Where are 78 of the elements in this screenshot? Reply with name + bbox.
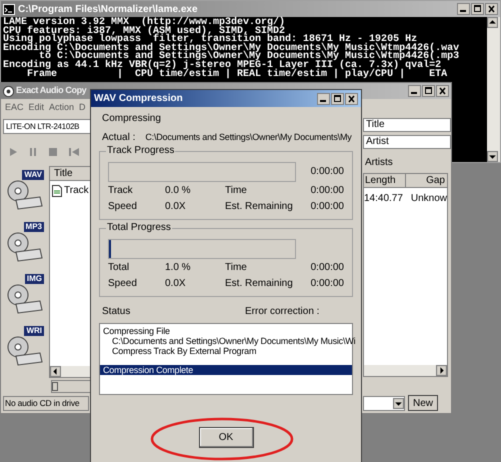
dropdown-field[interactable]	[363, 396, 405, 410]
album-artist-field[interactable]: Artist	[363, 135, 451, 149]
maximize-icon[interactable]	[471, 3, 484, 15]
field-label: Status	[102, 305, 132, 319]
disc-drive-icon[interactable]	[6, 232, 44, 262]
app-icon	[3, 86, 14, 96]
stat-label: Total	[108, 261, 130, 275]
close-icon[interactable]	[436, 85, 449, 97]
menu-item[interactable]: Edit	[28, 101, 44, 115]
scroll-right-button[interactable]	[436, 365, 447, 376]
stat-value: 0:00:00	[310, 277, 344, 291]
column-header[interactable]: Length	[364, 174, 406, 187]
scrollbar[interactable]	[487, 17, 500, 162]
elapsed-time: 0:00:00	[310, 165, 344, 179]
status-entry[interactable]: Compress Track By External Program	[100, 346, 352, 356]
window-title: C:\Program Files\Normalizer\lame.exe	[18, 2, 198, 16]
group-title: Total Progress	[106, 222, 172, 234]
menu-item[interactable]: D	[79, 101, 86, 115]
file-path: C:\Documents and Settings\Owner\My Documents\My	[145, 131, 352, 144]
stat-label: Est. Remaining	[225, 200, 294, 214]
table-cell-text: Unknow	[410, 192, 447, 206]
scroll-up-button[interactable]	[487, 17, 498, 28]
horizontal-scrollbar[interactable]	[50, 366, 90, 377]
stat-label: Time	[225, 261, 248, 275]
column-header[interactable]: Gap	[406, 174, 447, 187]
minimize-icon[interactable]	[317, 92, 330, 104]
console-icon	[3, 4, 15, 14]
console-line: Frame | CPU time/estim | REAL time/estim | play/CPU | ETA	[27, 70, 448, 80]
table-cell-text: Track	[64, 184, 89, 198]
window-title: WAV Compression	[94, 92, 183, 106]
field-label: Artists	[364, 156, 394, 170]
status-bar-field: No audio CD in drive	[3, 396, 89, 411]
close-icon[interactable]	[485, 3, 498, 15]
window-title: Exact Audio Copy	[16, 84, 86, 98]
scroll-left-button[interactable]	[50, 366, 61, 377]
stat-label: Est. Remaining	[225, 277, 294, 291]
stat-value: 0.0 %	[165, 184, 192, 198]
maximize-icon[interactable]	[331, 92, 344, 104]
stat-value: 0:00:00	[310, 261, 344, 275]
stat-value: 0.0X	[165, 277, 187, 291]
column-header[interactable]: Title	[50, 167, 90, 181]
minimize-icon[interactable]	[408, 85, 421, 97]
disc-drive-icon[interactable]	[6, 336, 44, 366]
disc-drive-icon[interactable]	[6, 284, 44, 314]
slider-thumb[interactable]	[52, 382, 58, 391]
mode-label: WRI	[24, 326, 44, 336]
stat-label: Speed	[108, 277, 138, 291]
new-button[interactable]: New	[408, 395, 438, 411]
field-label: Actual :	[102, 131, 136, 145]
status-entry[interactable]: Compressing File	[100, 326, 352, 336]
stat-value: 0.0X	[165, 200, 187, 214]
status-entry[interactable]: Compression Complete	[100, 365, 352, 375]
stat-label: Time	[225, 184, 248, 198]
ok-button[interactable]: OK	[198, 427, 254, 448]
stat-value: 1.0 %	[165, 261, 192, 275]
stat-value: 0:00:00	[310, 184, 344, 198]
dropdown-arrow-button[interactable]	[393, 398, 404, 408]
minimize-icon[interactable]	[457, 3, 470, 15]
scroll-down-button[interactable]	[487, 151, 498, 162]
album-title-field[interactable]: Title	[363, 118, 451, 132]
disc-drive-icon[interactable]	[6, 180, 44, 210]
mode-label: WAV	[22, 170, 44, 180]
stat-label: Track	[108, 184, 134, 198]
close-icon[interactable]	[345, 92, 358, 104]
field-label: Error correction :	[245, 305, 320, 319]
group-title: Track Progress	[106, 145, 176, 157]
mode-label: MP3	[24, 222, 44, 232]
stat-value: 0:00:00	[310, 200, 344, 214]
mode-label: IMG	[24, 274, 44, 284]
horizontal-scrollbar[interactable]	[364, 365, 447, 376]
stat-label: Speed	[108, 200, 138, 214]
section-heading: Compressing	[102, 112, 162, 126]
maximize-icon[interactable]	[422, 85, 435, 97]
table-cell-text: 14:40.77	[364, 192, 404, 206]
file-icon	[52, 184, 62, 196]
menu-item[interactable]: Action	[49, 101, 74, 115]
status-list[interactable]: Compressing File C:\Documents and Settings\Owner\My Documents\My Music\Wi Compress Track By External Program Compression Complete	[99, 323, 353, 395]
menu-item[interactable]: EAC	[5, 101, 24, 115]
